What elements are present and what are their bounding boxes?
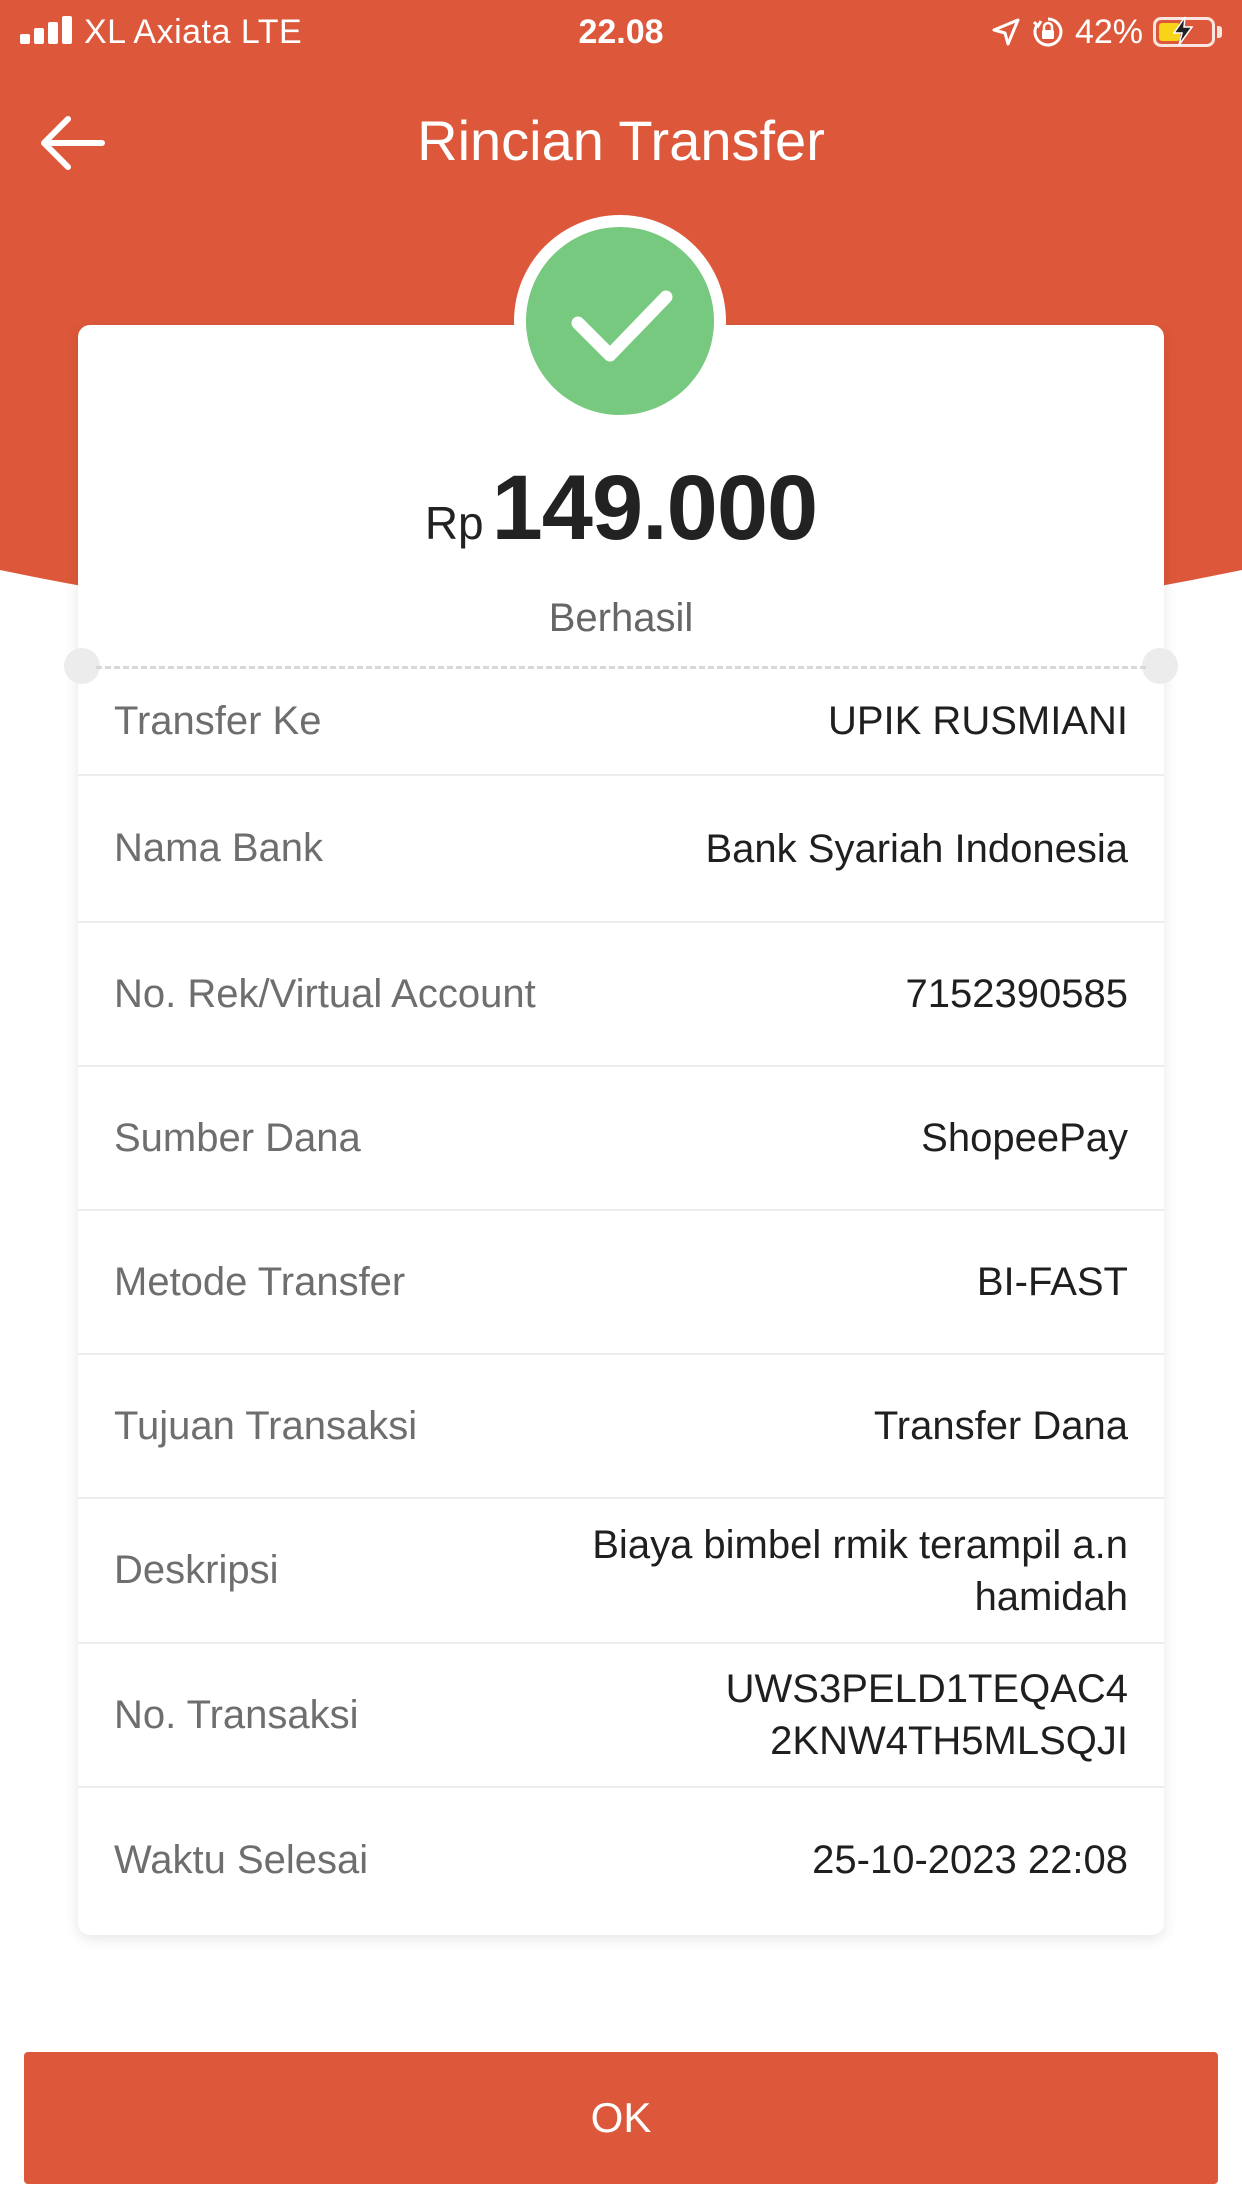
detail-row-transfer-to: Transfer Ke UPIK RUSMIANI [78,668,1164,776]
detail-label: Nama Bank [114,826,323,870]
detail-label: No. Rek/Virtual Account [114,971,536,1016]
battery-percentage: 42% [1074,12,1143,51]
checkmark-icon [571,290,673,362]
detail-row-completion-time: Waktu Selesai 25-10-2023 22:08 [78,1788,1164,1932]
detail-value: BI-FAST [976,1260,1128,1304]
location-icon [992,18,1020,46]
detail-label: Metode Transfer [114,1259,406,1304]
detail-value: Biaya bimbel rmik terampil a.n hamidah [592,1522,1128,1619]
detail-row-transfer-method: Metode Transfer BI-FAST [78,1211,1164,1355]
battery-cap [1217,26,1222,38]
detail-value: ShopeePay [921,1116,1128,1160]
detail-label: Deskripsi [114,1548,279,1592]
detail-row-transaction-purpose: Tujuan Transaksi Transfer Dana [78,1355,1164,1499]
transfer-amount: Rp149.000 [0,462,1242,554]
detail-value: Transfer Dana [873,1404,1128,1448]
detail-label: Tujuan Transaksi [114,1403,418,1448]
success-badge [514,215,726,427]
detail-label: Waktu Selesai [114,1837,369,1882]
transfer-status: Berhasil [548,596,694,640]
detail-value: UPIK RUSMIANI [827,699,1128,743]
detail-label: Transfer Ke [114,698,322,743]
detail-value: Bank Syariah Indonesia [705,826,1129,871]
detail-label: No. Transaksi [114,1692,359,1737]
battery-icon [1153,16,1215,47]
detail-row-source-of-funds: Sumber Dana ShopeePay [78,1067,1164,1211]
detail-value: 25-10-2023 22:08 [812,1838,1128,1882]
charging-bolt-icon [1172,16,1194,46]
currency-label: Rp [424,497,484,549]
amount-value: 149.000 [491,457,819,559]
detail-row-bank-name: Nama Bank Bank Syariah Indonesia [78,776,1164,923]
detail-label: Sumber Dana [114,1115,361,1160]
detail-value: UWS3PELD1TEQAC4 2KNW4TH5MLSQJI [725,1667,1128,1763]
page-title: Rincian Transfer [417,109,825,172]
detail-value: 7152390585 [905,972,1128,1016]
orientation-lock-icon [1032,17,1063,47]
ok-button[interactable]: OK [24,2052,1218,2184]
detail-row-transaction-number: No. Transaksi UWS3PELD1TEQAC4 2KNW4TH5ML… [78,1644,1164,1788]
status-bar: XL Axiata LTE 22.08 42% [0,0,1242,62]
detail-row-account-number: No. Rek/Virtual Account 7152390585 [78,923,1164,1067]
status-icons: 42% [991,10,1222,54]
detail-row-description: Deskripsi Biaya bimbel rmik terampil a.n… [78,1499,1164,1644]
